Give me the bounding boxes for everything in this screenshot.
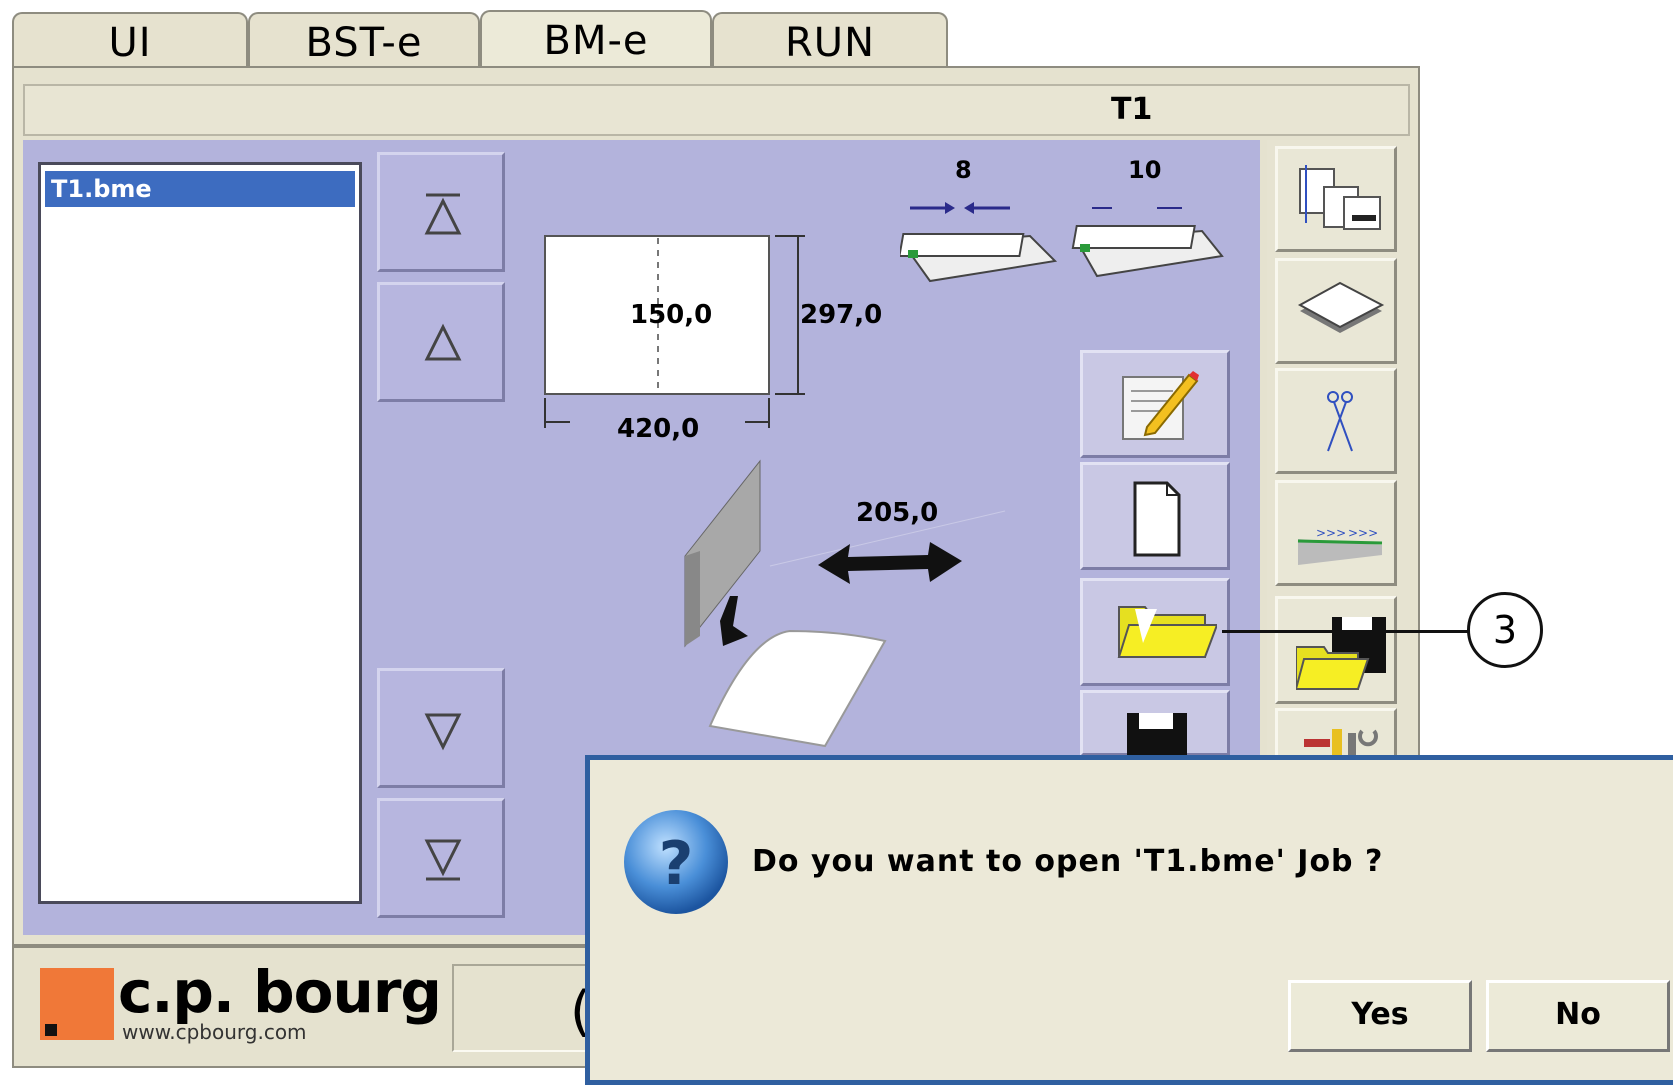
logo-url: www.cpbourg.com bbox=[122, 1020, 307, 1044]
height-label: 297,0 bbox=[800, 300, 883, 330]
open-job-button[interactable] bbox=[1080, 578, 1230, 686]
sheet-diagram bbox=[544, 235, 805, 428]
edit-job-button[interactable] bbox=[1080, 350, 1230, 458]
sheet-icon bbox=[1297, 281, 1385, 333]
scroll-up-icon bbox=[424, 323, 462, 361]
scroll-bottom-icon bbox=[424, 839, 462, 881]
question-icon: ? bbox=[624, 810, 728, 914]
scroll-top-icon bbox=[424, 193, 462, 235]
callout-line bbox=[1222, 630, 1470, 633]
tab-ui[interactable]: UI bbox=[12, 12, 248, 68]
tab-bm-e[interactable]: BM-e bbox=[480, 10, 712, 70]
open-save-icon bbox=[1296, 617, 1386, 690]
open-folder-icon bbox=[1117, 606, 1217, 658]
sidebar-tools-button[interactable] bbox=[1275, 708, 1397, 763]
svg-text:?: ? bbox=[659, 829, 694, 899]
scroll-top-button[interactable] bbox=[377, 152, 505, 272]
save-job-button[interactable] bbox=[1080, 690, 1230, 757]
sidebar-fold-button[interactable]: >>> >>> bbox=[1275, 480, 1397, 586]
dialog-message: Do you want to open 'T1.bme' Job ? bbox=[752, 844, 1384, 879]
scroll-down-icon bbox=[424, 713, 462, 751]
sidebar-cut-button[interactable] bbox=[1275, 368, 1397, 474]
scroll-bottom-button[interactable] bbox=[377, 798, 505, 918]
left-count-label: 8 bbox=[955, 156, 972, 184]
yes-button[interactable]: Yes bbox=[1288, 980, 1472, 1052]
title-bar: T1 bbox=[23, 84, 1410, 136]
layout-icon bbox=[1299, 165, 1381, 230]
right-count-label: 10 bbox=[1128, 156, 1162, 184]
sidebar-sheet-button[interactable] bbox=[1275, 258, 1397, 364]
roller-diagram bbox=[900, 202, 1224, 283]
logo-text: c.p. bourg bbox=[118, 958, 442, 1026]
callout-marker: 3 bbox=[1467, 592, 1543, 668]
tab-run[interactable]: RUN bbox=[712, 12, 948, 68]
length-arrow-icon bbox=[818, 542, 962, 584]
list-item[interactable]: T1.bme bbox=[45, 171, 355, 207]
scroll-down-button[interactable] bbox=[377, 668, 505, 788]
scroll-up-button[interactable] bbox=[377, 282, 505, 402]
new-job-icon bbox=[1133, 481, 1181, 557]
width-label: 420,0 bbox=[617, 414, 700, 444]
inner-width-label: 150,0 bbox=[630, 300, 713, 330]
svg-text:>>>: >>> bbox=[1348, 526, 1378, 540]
job-list[interactable]: T1.bme bbox=[38, 162, 362, 904]
page-title: T1 bbox=[1111, 92, 1153, 127]
svg-text:>>>: >>> bbox=[1316, 526, 1346, 540]
scissors-icon bbox=[1327, 391, 1353, 452]
logo-dot bbox=[45, 1024, 57, 1036]
sidebar-layout-button[interactable] bbox=[1275, 146, 1397, 252]
tab-bst-e[interactable]: BST-e bbox=[248, 12, 480, 68]
folding-icon: >>> >>> bbox=[1297, 526, 1383, 565]
save-icon bbox=[1127, 713, 1187, 757]
fold-illustration bbox=[684, 459, 1006, 748]
sidebar-open-save-button[interactable] bbox=[1275, 596, 1397, 704]
new-job-button[interactable] bbox=[1080, 462, 1230, 570]
length-label: 205,0 bbox=[856, 498, 939, 528]
no-button[interactable]: No bbox=[1486, 980, 1670, 1052]
edit-job-icon bbox=[1122, 371, 1199, 440]
